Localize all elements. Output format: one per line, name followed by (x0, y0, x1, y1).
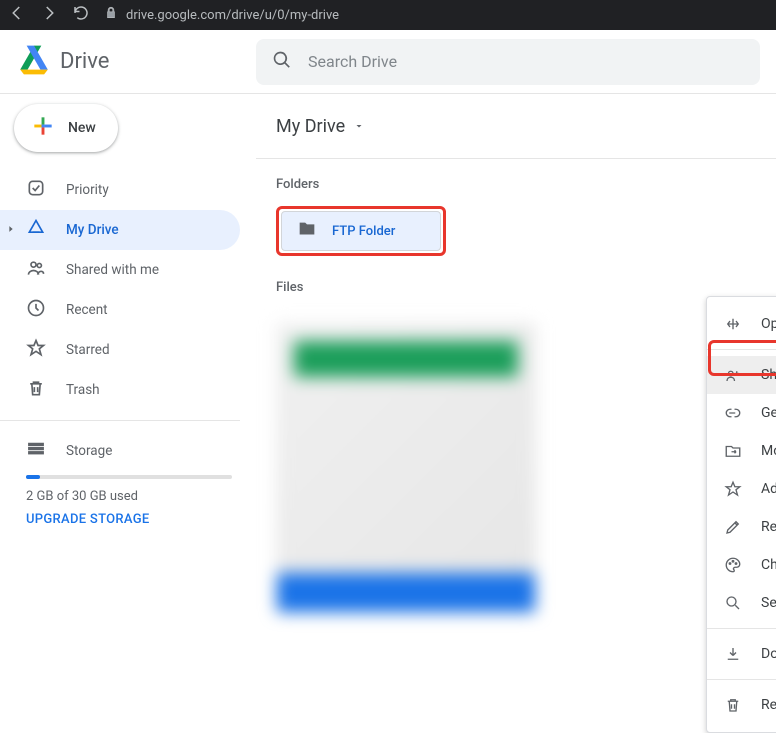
open-with-icon (723, 315, 743, 333)
highlight-folder: FTP Folder (276, 206, 446, 256)
reload-icon[interactable] (72, 4, 90, 26)
nav-shared[interactable]: Shared with me (0, 250, 240, 290)
caret-right-icon (6, 222, 16, 238)
menu-label: Move to (761, 443, 776, 459)
forward-icon[interactable] (40, 4, 58, 26)
new-button-label: New (68, 120, 96, 136)
sidebar: New Priority My Drive Shared with me Rec… (0, 94, 256, 623)
my-drive-icon (26, 218, 46, 242)
breadcrumb[interactable]: My Drive (276, 108, 776, 144)
nav-recent[interactable]: Recent (0, 290, 240, 330)
dropdown-icon (353, 116, 365, 137)
trash-icon (723, 696, 743, 714)
star-icon (723, 480, 743, 498)
menu-label: Rename (761, 519, 776, 535)
menu-get-link[interactable]: Get shareable link (707, 394, 776, 432)
folder-icon (296, 218, 318, 244)
menu-download[interactable]: Download (707, 635, 776, 673)
nav-my-drive[interactable]: My Drive (0, 210, 240, 250)
menu-label: Share (761, 367, 776, 383)
app-name: Drive (60, 49, 109, 74)
nav-label: Starred (66, 342, 110, 358)
menu-label: Download (761, 646, 776, 662)
storage-bar (26, 475, 232, 479)
back-icon[interactable] (8, 4, 26, 26)
download-icon (723, 645, 743, 663)
link-icon (723, 404, 743, 422)
trash-icon (26, 378, 46, 402)
folder-name: FTP Folder (332, 224, 395, 239)
menu-search-within[interactable]: Search within FTP Folder (707, 584, 776, 622)
menu-add-starred[interactable]: Add to Starred (707, 470, 776, 508)
rename-icon (723, 518, 743, 536)
menu-label: Change color (761, 557, 776, 573)
nav-starred[interactable]: Starred (0, 330, 240, 370)
upgrade-link[interactable]: UPGRADE STORAGE (26, 512, 232, 527)
divider (256, 158, 776, 159)
menu-label: Remove (761, 697, 776, 713)
menu-rename[interactable]: Rename (707, 508, 776, 546)
share-icon (723, 366, 743, 384)
app-bar: Drive (0, 30, 776, 94)
path-label: My Drive (276, 116, 345, 137)
url-text[interactable]: drive.google.com/drive/u/0/my-drive (126, 8, 339, 23)
search-box[interactable] (256, 39, 760, 85)
nav-label: Recent (66, 302, 108, 318)
nav-priority[interactable]: Priority (0, 170, 240, 210)
menu-move-to[interactable]: Move to (707, 432, 776, 470)
nav-label: Priority (66, 182, 109, 198)
new-button[interactable]: New (14, 104, 118, 152)
nav-label: Trash (66, 382, 100, 398)
menu-separator (707, 349, 776, 350)
palette-icon (723, 556, 743, 574)
search-icon (272, 50, 292, 74)
folders-heading: Folders (276, 177, 776, 192)
recent-icon (26, 298, 46, 322)
menu-open-with[interactable]: Open with (707, 305, 776, 343)
star-icon (26, 338, 46, 362)
storage-label: Storage (66, 443, 112, 459)
nav-label: My Drive (66, 222, 119, 238)
shared-icon (26, 258, 46, 282)
files-thumbnail-blurred (276, 323, 536, 613)
nav-label: Shared with me (66, 262, 159, 278)
drive-logo-icon (18, 44, 50, 80)
files-heading: Files (276, 280, 776, 295)
menu-change-color[interactable]: Change color (707, 546, 776, 584)
storage-block: Storage 2 GB of 30 GB used UPGRADE STORA… (0, 431, 256, 527)
nav-trash[interactable]: Trash (0, 370, 240, 410)
menu-label: Get shareable link (761, 405, 776, 421)
lock-icon (104, 6, 118, 24)
content-area: My Drive Folders FTP Folder Files Open w… (256, 94, 776, 623)
search-icon (723, 594, 743, 612)
divider (0, 420, 240, 421)
menu-remove[interactable]: Remove (707, 686, 776, 724)
menu-separator (707, 679, 776, 680)
plus-icon (30, 113, 56, 143)
search-input[interactable] (308, 52, 744, 71)
storage-usage: 2 GB of 30 GB used (26, 489, 232, 504)
browser-chrome: drive.google.com/drive/u/0/my-drive (0, 0, 776, 30)
menu-label: Add to Starred (761, 481, 776, 497)
folder-chip[interactable]: FTP Folder (281, 211, 441, 251)
priority-icon (26, 178, 46, 202)
menu-share[interactable]: Share (707, 356, 776, 394)
storage-icon (26, 439, 46, 463)
move-icon (723, 442, 743, 460)
menu-label: Open with (761, 316, 776, 332)
menu-label: Search within FTP Folder (761, 595, 776, 611)
context-menu: Open with Share Get shareable link Move … (706, 296, 776, 733)
menu-separator (707, 628, 776, 629)
nav-list: Priority My Drive Shared with me Recent … (0, 170, 256, 527)
